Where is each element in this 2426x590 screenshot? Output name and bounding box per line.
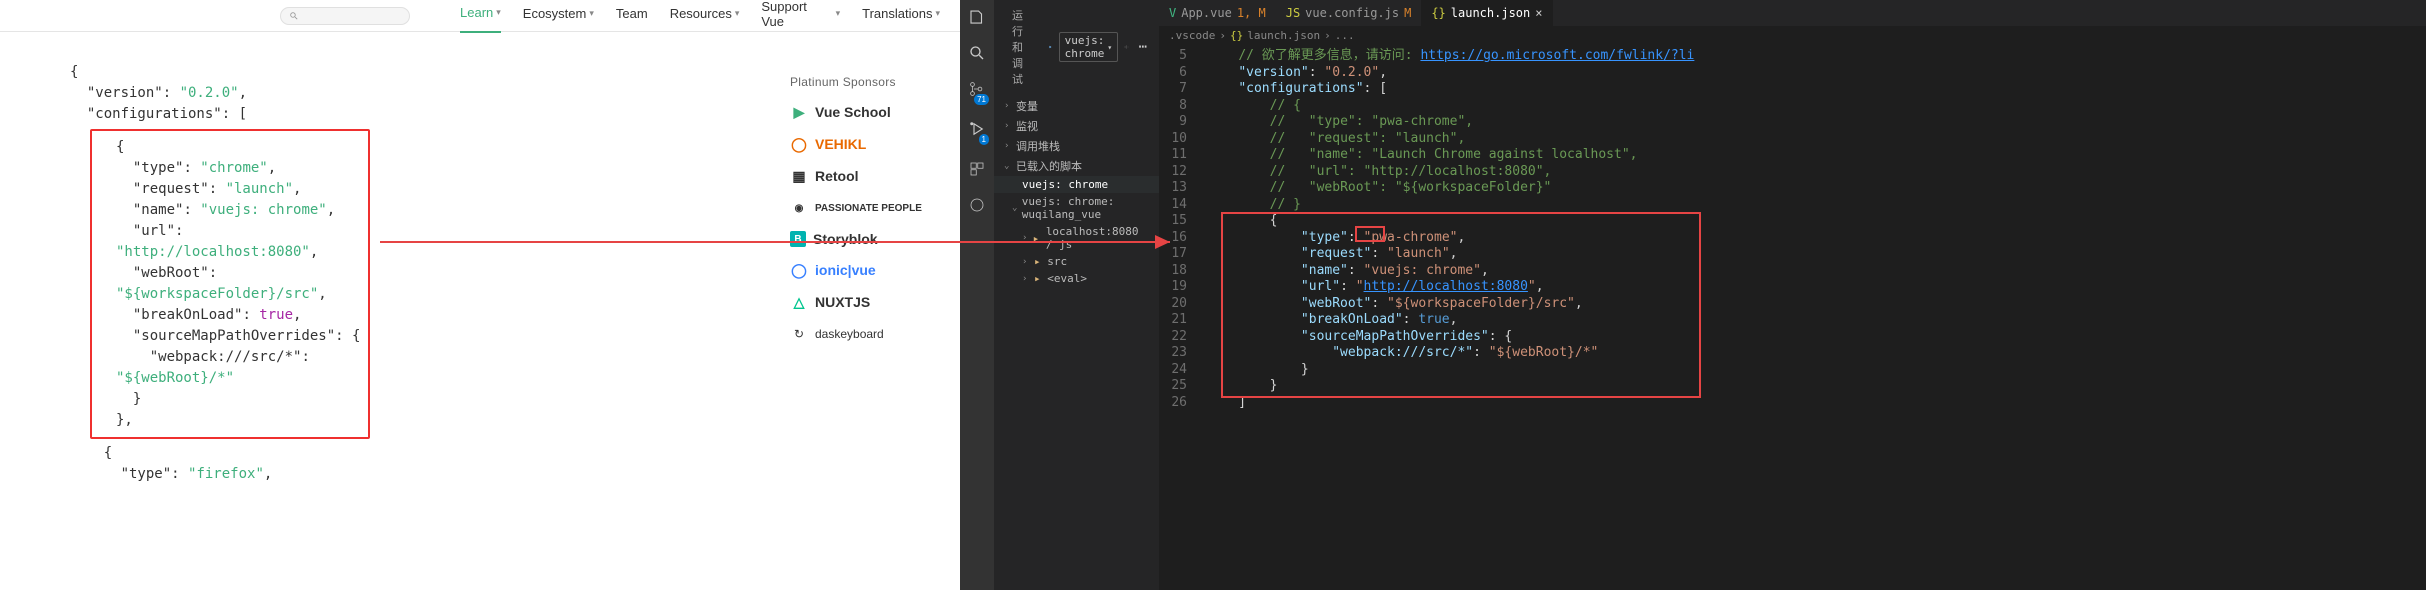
tab-app-vue[interactable]: VApp.vue1, M xyxy=(1159,0,1276,26)
close-icon[interactable]: × xyxy=(1535,6,1542,20)
search-wrap xyxy=(280,7,410,25)
code-line: "webpack:///src/*": "${webRoot}/*" xyxy=(96,347,364,389)
ionic-icon: ◯ xyxy=(790,261,808,279)
code-line: "type": "chrome", xyxy=(96,158,364,179)
vueschool-icon: ▶ xyxy=(790,103,808,121)
editor-tabs: VApp.vue1, M JSvue.config.jsM {}launch.j… xyxy=(1159,0,2426,26)
debug-title: 运行和调试 xyxy=(1002,3,1042,91)
code-line: "breakOnLoad": true, xyxy=(96,305,364,326)
code-line: "type": "firefox", xyxy=(70,464,890,485)
chevron-down-icon: ▾ xyxy=(735,8,740,19)
nav-support[interactable]: Support Vue▾ xyxy=(761,0,840,33)
tree-localhost[interactable]: ›▸ localhost:8080 / js xyxy=(994,223,1159,253)
gutter: 567891011121314151617181920212223242526 xyxy=(1159,48,1197,411)
vue-docs-pane: Learn▾ Ecosystem▾ Team Resources▾ Suppor… xyxy=(0,0,960,590)
sponsor-storyblok[interactable]: BStoryblok xyxy=(790,231,930,247)
source-control-item[interactable]: 71 xyxy=(968,80,986,102)
debug-sidebar: 运行和调试 vuejs: chrome▾ ⋯ ›变量 ›监视 ›调用堆栈 ⌄已载… xyxy=(994,0,1159,590)
storyblok-icon: B xyxy=(790,231,806,247)
code-editor[interactable]: 567891011121314151617181920212223242526 … xyxy=(1159,44,2426,415)
nuxt-icon: △ xyxy=(790,293,808,311)
code-line: { xyxy=(70,443,890,464)
scm-badge: 71 xyxy=(974,94,989,105)
tree-watch[interactable]: ›监视 xyxy=(994,116,1159,136)
code-line: }, xyxy=(96,410,364,431)
code-line: "sourceMapPathOverrides": { xyxy=(96,326,364,347)
daskeyboard-icon: ↻ xyxy=(790,325,808,343)
files-icon[interactable] xyxy=(968,8,986,26)
nav-learn[interactable]: Learn▾ xyxy=(460,0,501,33)
nav-resources[interactable]: Resources▾ xyxy=(670,0,740,33)
search-input[interactable] xyxy=(280,7,410,25)
debug-toolbar: 运行和调试 vuejs: chrome▾ ⋯ xyxy=(994,0,1159,94)
tree-eval[interactable]: ›▸ <eval> xyxy=(994,270,1159,287)
chevron-down-icon: ▾ xyxy=(496,7,501,18)
retool-icon: ▦ xyxy=(790,167,808,185)
code-line: "name": "vuejs: chrome", xyxy=(96,200,364,221)
debug-badge: 1 xyxy=(979,134,989,145)
code-lines: // 欲了解更多信息，请访问: https://go.microsoft.com… xyxy=(1207,48,2426,411)
breadcrumb[interactable]: .vscode› {}launch.json› ... xyxy=(1159,26,2426,44)
tree-src[interactable]: ›▸ src xyxy=(994,253,1159,270)
nav-translations[interactable]: Translations▾ xyxy=(862,0,940,33)
tab-vueconfig[interactable]: JSvue.config.jsM xyxy=(1276,0,1422,26)
code-line: { xyxy=(96,137,364,158)
tree-loaded[interactable]: ⌄已载入的脚本 xyxy=(994,156,1159,176)
extensions-icon[interactable] xyxy=(968,160,986,178)
tree-vuejs-chrome-proj[interactable]: ⌄vuejs: chrome: wuqilang_vue xyxy=(994,193,1159,223)
debug-tree: ›变量 ›监视 ›调用堆栈 ⌄已载入的脚本 vuejs: chrome ⌄vue… xyxy=(994,94,1159,289)
js-icon: JS xyxy=(1286,6,1300,20)
json-icon: {} xyxy=(1431,6,1445,20)
search-icon[interactable] xyxy=(968,44,986,62)
nav-team[interactable]: Team xyxy=(616,0,648,33)
play-icon[interactable] xyxy=(1048,41,1052,53)
tree-variables[interactable]: ›变量 xyxy=(994,96,1159,116)
sponsor-daskeyboard[interactable]: ↻daskeyboard xyxy=(790,325,930,343)
sponsor-vueschool[interactable]: ▶Vue School xyxy=(790,103,930,121)
sponsor-passionate[interactable]: ◉PASSIONATE PEOPLE xyxy=(790,199,930,217)
more-icon[interactable]: ⋯ xyxy=(1135,39,1151,55)
editor: VApp.vue1, M JSvue.config.jsM {}launch.j… xyxy=(1159,0,2426,590)
debug-item[interactable]: 1 xyxy=(968,120,986,142)
highlight-box-left: { "type": "chrome", "request": "launch",… xyxy=(90,129,370,439)
sponsor-nuxt[interactable]: △NUXTJS xyxy=(790,293,930,311)
sponsor-list: Platinum Sponsors ▶Vue School ◯VEHIKL ▦R… xyxy=(790,75,930,357)
tab-launch-json[interactable]: {}launch.json× xyxy=(1421,0,1552,26)
sponsor-ionic[interactable]: ◯ionic|vue xyxy=(790,261,930,279)
chevron-down-icon: ▾ xyxy=(589,8,594,19)
sponsor-retool[interactable]: ▦Retool xyxy=(790,167,930,185)
passionate-icon: ◉ xyxy=(790,199,808,217)
tree-callstack[interactable]: ›调用堆栈 xyxy=(994,136,1159,156)
sponsor-title: Platinum Sponsors xyxy=(790,75,930,89)
remote-icon[interactable] xyxy=(968,196,986,214)
code-line: "request": "launch", xyxy=(96,179,364,200)
chevron-down-icon: ▾ xyxy=(836,8,841,19)
tree-vuejs-chrome[interactable]: vuejs: chrome xyxy=(994,176,1159,193)
gear-icon[interactable] xyxy=(1124,41,1128,53)
activity-bar: 71 1 xyxy=(960,0,994,590)
topbar: Learn▾ Ecosystem▾ Team Resources▾ Suppor… xyxy=(0,0,960,32)
code-line: "version": "0.2.0", xyxy=(70,83,890,104)
top-nav: Learn▾ Ecosystem▾ Team Resources▾ Suppor… xyxy=(460,0,940,33)
code-line: "configurations": [ xyxy=(70,104,890,125)
vue-icon: V xyxy=(1169,6,1176,20)
nav-ecosystem[interactable]: Ecosystem▾ xyxy=(523,0,594,33)
debug-config-select[interactable]: vuejs: chrome▾ xyxy=(1059,32,1119,62)
chevron-down-icon: ▾ xyxy=(935,8,940,19)
code-line: "webRoot": "${workspaceFolder}/src", xyxy=(96,263,364,305)
sponsor-vehikl[interactable]: ◯VEHIKL xyxy=(790,135,930,153)
code-line: "url": "http://localhost:8080", xyxy=(96,221,364,263)
vscode-pane: 71 1 运行和调试 vuejs: chrome▾ ⋯ ›变量 ›监视 ›调用堆… xyxy=(960,0,2426,590)
code-line: } xyxy=(96,389,364,410)
search-icon xyxy=(289,11,299,21)
code-line: { xyxy=(70,62,890,83)
vehikl-icon: ◯ xyxy=(790,135,808,153)
